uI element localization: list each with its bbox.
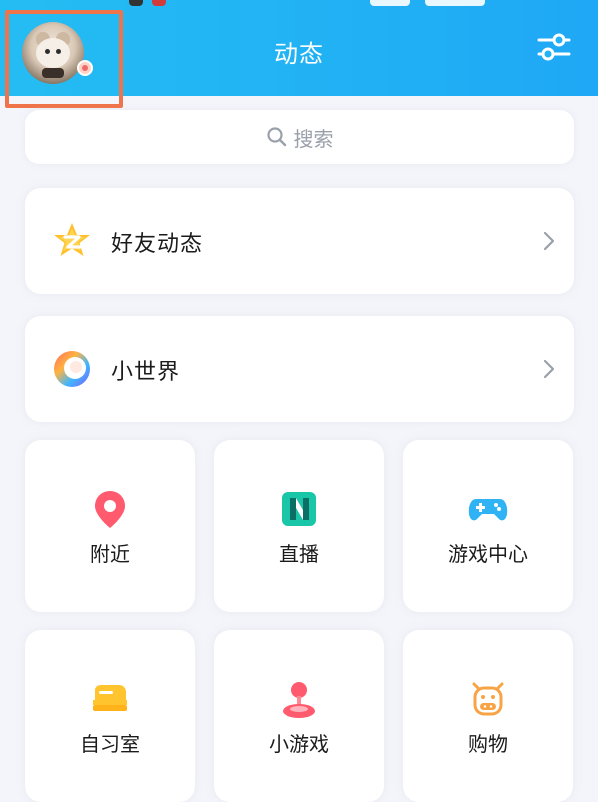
status-icon	[152, 0, 166, 6]
tile-live[interactable]: 直播	[214, 440, 384, 612]
status-icon	[129, 0, 143, 6]
tile-label: 自习室	[80, 732, 140, 756]
friends-feed-label: 好友动态	[111, 232, 204, 257]
avatar-highlight-box	[5, 10, 123, 108]
tile-shopping[interactable]: 购物	[403, 630, 573, 802]
search-bar[interactable]: 搜索	[25, 110, 574, 164]
settings-sliders-icon[interactable]	[536, 30, 572, 64]
small-world-card[interactable]: 小世界	[25, 316, 574, 422]
joystick-icon	[283, 682, 315, 718]
status-bar	[0, 0, 598, 10]
status-icon	[370, 0, 410, 6]
search-icon	[266, 127, 286, 147]
small-world-label: 小世界	[111, 360, 181, 385]
tile-label: 直播	[279, 542, 319, 566]
friends-feed-card[interactable]: 好友动态	[25, 188, 574, 294]
gamepad-icon	[468, 499, 508, 521]
qzone-star-icon	[54, 223, 90, 256]
tile-mini-games[interactable]: 小游戏	[214, 630, 384, 802]
live-n-icon	[282, 492, 316, 526]
tile-label: 购物	[468, 732, 508, 756]
location-pin-icon	[95, 491, 125, 528]
search-placeholder: 搜索	[293, 126, 334, 151]
tile-label: 小游戏	[269, 732, 329, 756]
tile-label: 游戏中心	[448, 542, 528, 566]
tile-nearby[interactable]: 附近	[25, 440, 195, 612]
chevron-right-icon	[543, 359, 555, 379]
chevron-right-icon	[543, 231, 555, 251]
tile-study-room[interactable]: 自习室	[25, 630, 195, 802]
shopping-cow-icon	[472, 682, 504, 716]
tile-label: 附近	[90, 542, 130, 566]
study-room-icon	[93, 685, 127, 711]
small-world-ring-icon	[54, 351, 90, 387]
tile-game-center[interactable]: 游戏中心	[403, 440, 573, 612]
status-icon	[425, 0, 485, 6]
